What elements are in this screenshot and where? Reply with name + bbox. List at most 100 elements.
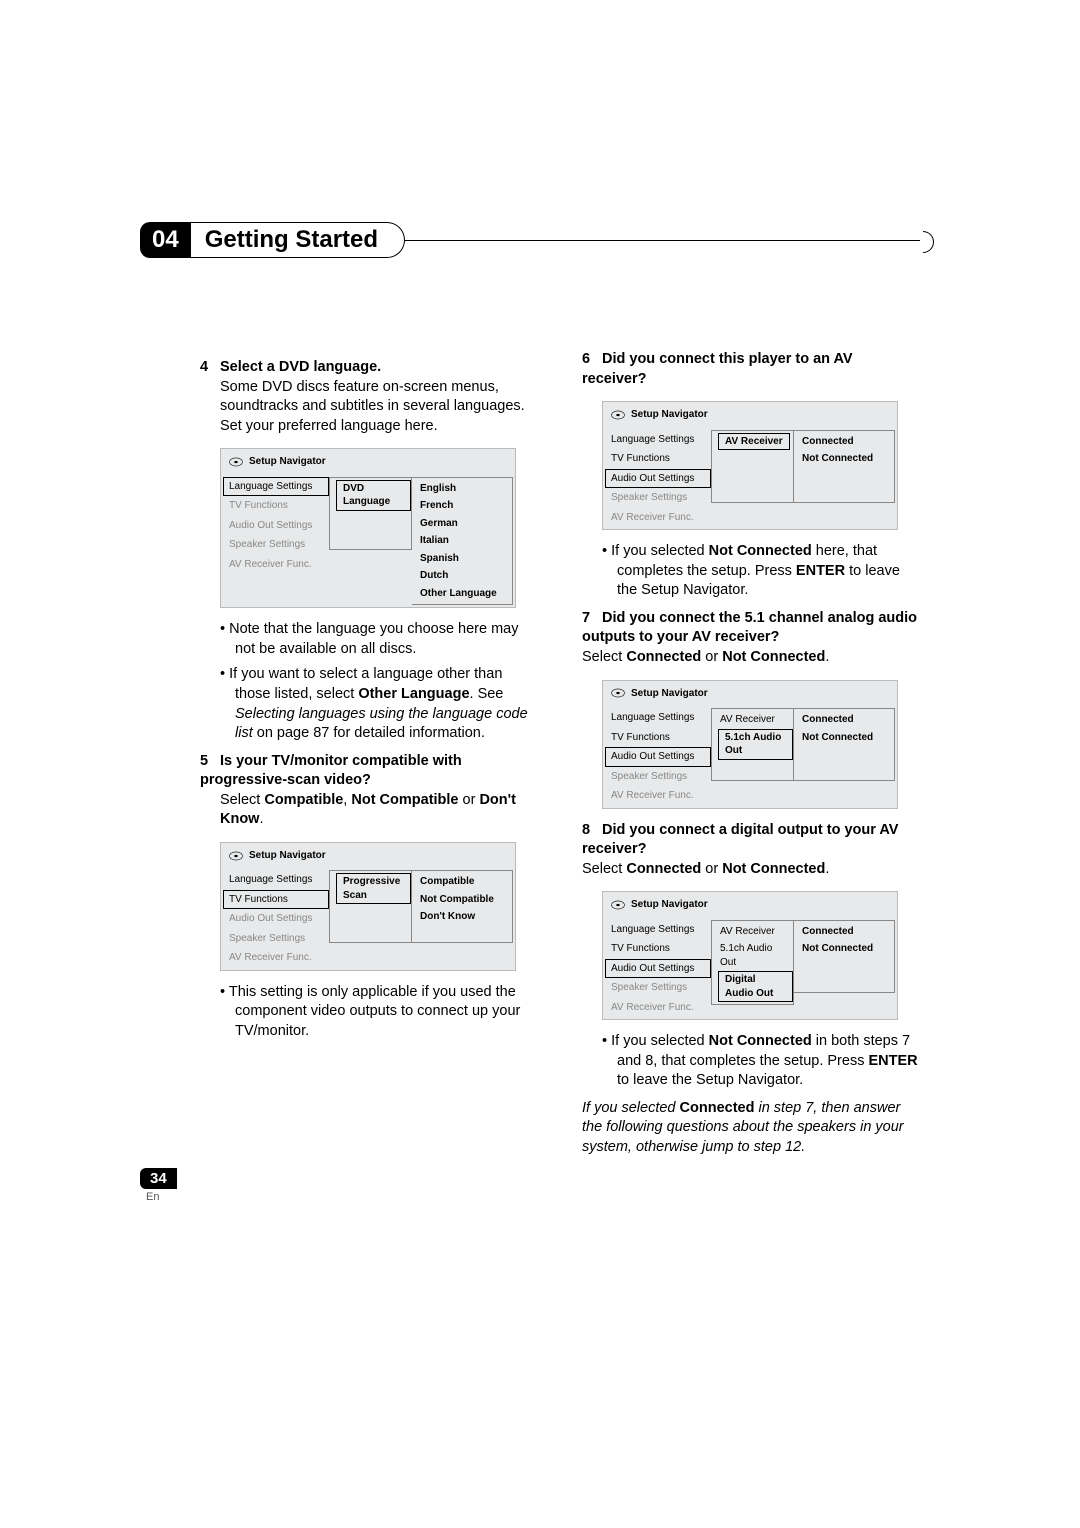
menu-item-audio-out: Audio Out Settings [223,516,329,536]
setup-icon [611,899,625,911]
menu-options: Connected Not Connected [794,920,895,993]
menu-opt: Don't Know [412,908,512,926]
menu-item-audio-out: Audio Out Settings [605,747,711,767]
setup-navigator-dvd-language: Setup Navigator Language Settings TV Fun… [220,448,516,608]
step-heading-7: 7Did you connect the 5.1 channel analog … [582,609,920,648]
menu-item-tv-functions: TV Functions [223,890,329,910]
menu-center-51ch: 5.1ch Audio Out [718,729,793,760]
menu-title: Setup Navigator [221,843,515,869]
step-5-title: Is your TV/monitor compatible with progr… [200,753,462,789]
page-number: 34 En [140,1168,177,1203]
menu-center-avr: AV Receiver [718,433,790,451]
step-7-text: Select Connected or Not Connected. [582,648,920,668]
page-number-value: 34 [140,1168,177,1189]
menu-item: Speaker Settings [223,929,329,949]
menu-center: Progressive Scan [329,870,412,943]
menu-item-speaker: Speaker Settings [223,535,329,555]
menu-item: TV Functions [605,939,711,959]
menu-left-list: Language Settings TV Functions Audio Out… [223,870,329,968]
step-4-bullet-2: If you want to select a language other t… [220,665,538,743]
step-heading-5: 5Is your TV/monitor compatible with prog… [200,752,538,791]
menu-opt: Not Connected [794,450,894,468]
menu-title-text: Setup Navigator [249,849,326,863]
menu-center-avr: AV Receiver [712,711,793,729]
step-heading-6: 6Did you connect this player to an AV re… [582,350,920,389]
menu-item: AV Receiver Func. [605,786,711,806]
step-6-title: Did you connect this player to an AV rec… [582,351,853,387]
menu-left-list: Language Settings TV Functions Audio Out… [605,920,711,1018]
left-column: 4Select a DVD language. Some DVD discs f… [200,350,538,1158]
menu-title: Setup Navigator [603,681,897,707]
menu-item-tv-functions: TV Functions [223,496,329,516]
step-7-title: Did you connect the 5.1 channel analog a… [582,610,917,646]
step-8-bullet-1: If you selected Not Connected in both st… [602,1032,920,1091]
menu-options: Compatible Not Compatible Don't Know [412,870,513,943]
menu-title: Setup Navigator [603,892,897,918]
menu-item-audio-out: Audio Out Settings [605,959,711,979]
step-4-text: Some DVD discs feature on-screen menus, … [220,378,538,437]
setup-navigator-51ch: Setup Navigator Language Settings TV Fun… [602,680,898,809]
menu-item-language-settings: Language Settings [223,477,329,497]
menu-item-audio-out: Audio Out Settings [605,469,711,489]
chapter-number: 04 [140,222,191,258]
menu-center: AV Receiver [711,430,794,503]
menu-center-avr: AV Receiver [712,923,793,941]
menu-title-text: Setup Navigator [631,408,708,422]
menu-item: Speaker Settings [605,767,711,787]
chapter-badge: 04 Getting Started [140,222,405,258]
menu-item: Language Settings [605,920,711,940]
menu-item: Language Settings [223,870,329,890]
setup-icon [229,456,243,468]
setup-navigator-progressive-scan: Setup Navigator Language Settings TV Fun… [220,842,516,971]
menu-opt: French [412,497,512,515]
menu-opt: Compatible [412,873,512,891]
step-8-text: Select Connected or Not Connected. [582,860,920,880]
menu-item: AV Receiver Func. [223,948,329,968]
page-language: En [146,1191,177,1203]
menu-item: Speaker Settings [605,488,711,508]
menu-item-avr: AV Receiver Func. [223,555,329,575]
step-4-title: Select a DVD language. [220,359,381,375]
menu-title-text: Setup Navigator [631,898,708,912]
menu-title-text: Setup Navigator [631,687,708,701]
setup-navigator-digital-out: Setup Navigator Language Settings TV Fun… [602,891,898,1020]
menu-opt: Italian [412,532,512,550]
step-8-title: Did you connect a digital output to your… [582,822,898,858]
step-5-bullet-1: This setting is only applicable if you u… [220,983,538,1042]
step-6-bullet-1: If you selected Not Connected here, that… [602,542,920,601]
menu-title: Setup Navigator [221,449,515,475]
menu-item: AV Receiver Func. [605,998,711,1018]
setup-icon [229,850,243,862]
menu-left-list: Language Settings TV Functions Audio Out… [605,708,711,806]
menu-left-list: Language Settings TV Functions Audio Out… [605,430,711,528]
menu-center: AV Receiver 5.1ch Audio Out [711,708,794,781]
menu-title: Setup Navigator [603,402,897,428]
menu-center-progressive: Progressive Scan [336,873,411,904]
menu-center-dvd-language: DVD Language [336,480,411,511]
menu-item: Language Settings [605,708,711,728]
step-heading-4: 4Select a DVD language. [200,358,538,378]
menu-title-text: Setup Navigator [249,455,326,469]
step-heading-8: 8Did you connect a digital output to you… [582,821,920,860]
step-5-text: Select Compatible, Not Compatible or Don… [220,791,538,830]
menu-options: Connected Not Connected [794,430,895,503]
menu-options: Connected Not Connected [794,708,895,781]
menu-left-list: Language Settings TV Functions Audio Out… [223,477,329,575]
menu-center: DVD Language [329,477,412,550]
menu-center-digital: Digital Audio Out [718,971,793,1002]
menu-item: Audio Out Settings [223,909,329,929]
chapter-title: Getting Started [191,222,405,258]
right-column: 6Did you connect this player to an AV re… [582,350,920,1158]
menu-item: Language Settings [605,430,711,450]
menu-item: TV Functions [605,728,711,748]
menu-opt: Dutch [412,567,512,585]
menu-item: Speaker Settings [605,978,711,998]
menu-center-51ch: 5.1ch Audio Out [712,940,793,971]
menu-center: AV Receiver 5.1ch Audio Out Digital Audi… [711,920,794,1006]
setup-navigator-av-receiver: Setup Navigator Language Settings TV Fun… [602,401,898,530]
menu-opt: Connected [794,433,894,451]
menu-opt: German [412,515,512,533]
menu-item: TV Functions [605,449,711,469]
step-8-tail: If you selected Connected in step 7, the… [582,1099,920,1158]
menu-options: English French German Italian Spanish Du… [412,477,513,606]
